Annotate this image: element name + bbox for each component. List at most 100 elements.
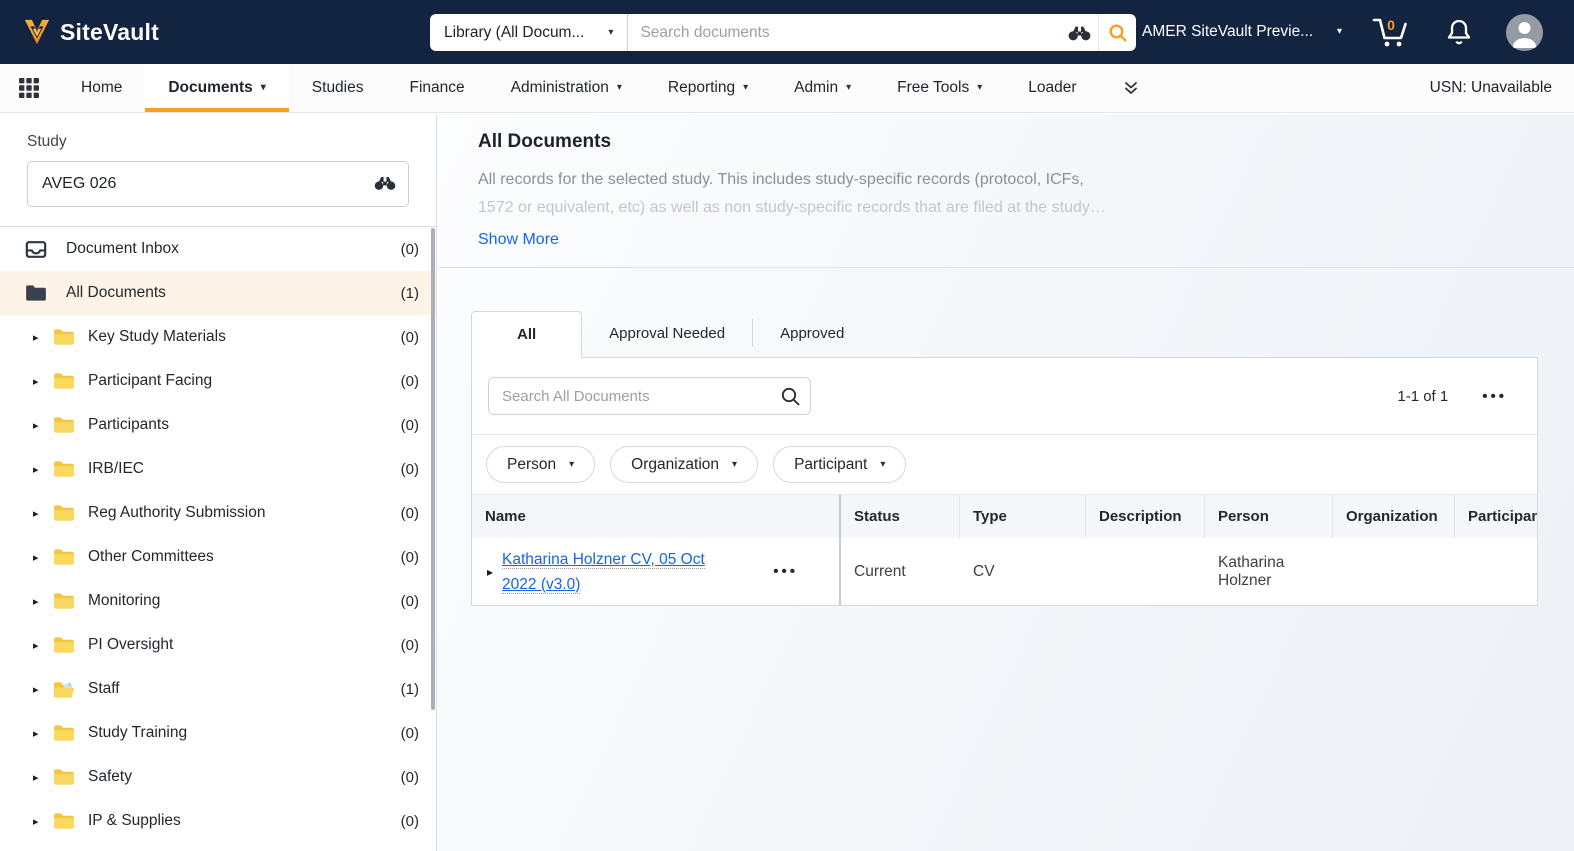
description-line-1: All records for the selected study. This… [478,166,1153,194]
tab-approval-needed[interactable]: Approval Needed [582,310,752,357]
sidebar-scrollbar[interactable] [431,228,435,710]
filter-row: Person ▾ Organization ▾ Participant ▾ [472,434,1537,494]
sitevault-logo[interactable]: SiteVault [22,18,159,46]
filter-participant[interactable]: Participant ▾ [773,446,906,483]
expand-caret-icon[interactable]: ▸ [33,683,53,696]
expand-caret-icon[interactable]: ▸ [33,815,53,828]
folder-icon [53,636,76,654]
filter-organization[interactable]: Organization ▾ [610,446,758,483]
nav-item-finance[interactable]: Finance [387,64,488,112]
tab-all[interactable]: All [471,311,582,358]
document-link[interactable]: Katharina Holzner CV, 05 Oct 2022 (v3.0) [502,547,740,597]
table-row: ▸ Katharina Holzner CV, 05 Oct 2022 (v3.… [472,538,1537,605]
veeva-logo-icon [22,18,52,46]
cell-name: ▸ Katharina Holzner CV, 05 Oct 2022 (v3.… [472,538,841,605]
global-search-bar: Library (All Docum... ▾ [430,14,1136,51]
caret-down-icon: ▾ [977,83,982,93]
nav-item-studies[interactable]: Studies [289,64,387,112]
tree-item-safety[interactable]: ▸ Safety (0) [0,755,436,799]
tree-item-staff[interactable]: ▸ Staff (1) [0,667,436,711]
tree-item-participants[interactable]: ▸ Participants (0) [0,403,436,447]
expand-caret-icon[interactable]: ▸ [33,727,53,740]
tree-item-monitoring[interactable]: ▸ Monitoring (0) [0,579,436,623]
column-header-person[interactable]: Person [1205,495,1333,538]
topbar: SiteVault Library (All Docum... ▾ AMER S… [0,0,1574,64]
nav-overflow-button[interactable] [1100,64,1162,112]
tree-item-other-committees[interactable]: ▸ Other Committees (0) [0,535,436,579]
vault-selector[interactable]: AMER SiteVault Previe... ▾ [1142,0,1342,64]
pagination-label: 1-1 of 1 [1397,388,1448,405]
row-actions-menu[interactable]: ••• [773,563,798,580]
document-search-input[interactable] [488,377,811,415]
caret-down-icon: ▾ [846,83,851,93]
cell-type: CV [960,538,1086,605]
caret-down-icon: ▾ [880,460,885,470]
tree-item-participant-facing[interactable]: ▸ Participant Facing (0) [0,359,436,403]
tree-item-ip-supplies[interactable]: ▸ IP & Supplies (0) [0,799,436,843]
folder-icon [53,460,76,478]
cell-description [1086,538,1205,605]
row-expand-caret-icon[interactable]: ▸ [487,565,493,579]
expand-caret-icon[interactable]: ▸ [33,419,53,432]
usn-status: USN: Unavailable [1430,64,1574,112]
brand-name: SiteVault [60,19,159,46]
nav-item-home[interactable]: Home [58,64,145,112]
nav-item-loader[interactable]: Loader [1005,64,1099,112]
tree-item-all-documents[interactable]: All Documents (1) [0,271,436,315]
expand-caret-icon[interactable]: ▸ [33,639,53,652]
expand-caret-icon[interactable]: ▸ [33,507,53,520]
nav-item-free-tools[interactable]: Free Tools▾ [874,64,1005,112]
expand-caret-icon[interactable]: ▸ [33,771,53,784]
tree-item-reg-authority-submission[interactable]: ▸ Reg Authority Submission (0) [0,491,436,535]
advanced-search-binoculars-icon[interactable] [1060,14,1098,51]
filter-person[interactable]: Person ▾ [486,446,595,483]
folder-icon [53,724,76,742]
nav-item-admin[interactable]: Admin▾ [771,64,874,112]
expand-caret-icon[interactable]: ▸ [33,595,53,608]
study-select-input[interactable] [27,161,409,207]
user-avatar[interactable] [1506,0,1543,64]
search-submit-button[interactable] [1098,14,1136,51]
cart-button[interactable]: 0 [1370,0,1410,64]
tree-item-pi-oversight[interactable]: ▸ PI Oversight (0) [0,623,436,667]
folder-icon [53,768,76,786]
column-header-type[interactable]: Type [960,495,1086,538]
study-lookup-binoculars-icon[interactable] [373,175,397,191]
search-scope-dropdown[interactable]: Library (All Docum... ▾ [430,14,628,51]
nav-item-documents[interactable]: Documents▾ [145,64,288,112]
expand-caret-icon[interactable]: ▸ [33,331,53,344]
tree-item-study-training[interactable]: ▸ Study Training (0) [0,711,436,755]
tree-item-document-inbox[interactable]: Document Inbox (0) [0,227,436,271]
main-content: All Documents All records for the select… [438,114,1574,851]
folder-open-icon [53,680,76,699]
tree-item-irb-iec[interactable]: ▸ IRB/IEC (0) [0,447,436,491]
expand-caret-icon[interactable]: ▸ [33,375,53,388]
expand-caret-icon[interactable]: ▸ [33,463,53,476]
caret-down-icon: ▾ [261,83,266,93]
nav-item-administration[interactable]: Administration▾ [488,64,645,112]
page-title: All Documents [478,131,1534,153]
folder-dark-icon [25,284,48,302]
expand-caret-icon[interactable]: ▸ [33,551,53,564]
table-header: Name Status Type Description Person Orga… [472,494,1537,538]
app-launcher-icon[interactable] [0,64,58,112]
tree-item-key-study-materials[interactable]: ▸ Key Study Materials (0) [0,315,436,359]
study-selector-section: Study [0,114,436,227]
cell-status: Current [841,538,960,605]
inbox-icon [25,240,48,259]
tab-approved[interactable]: Approved [753,310,871,357]
notifications-bell-icon[interactable] [1444,0,1474,64]
show-more-link[interactable]: Show More [478,231,559,249]
grid-actions-menu[interactable]: ••• [1482,388,1507,405]
description-line-2: 1572 or equivalent, etc) as well as non … [478,194,1153,222]
column-header-description[interactable]: Description [1086,495,1205,538]
column-header-name[interactable]: Name [472,495,841,538]
search-icon[interactable] [780,386,801,407]
column-header-organization[interactable]: Organization [1333,495,1455,538]
column-header-status[interactable]: Status [841,495,960,538]
nav-item-reporting[interactable]: Reporting▾ [645,64,771,112]
column-header-participant[interactable]: Participant [1455,495,1537,538]
caret-down-icon: ▾ [732,460,737,470]
vault-selector-label: AMER SiteVault Previe... [1142,23,1313,41]
global-search-input[interactable] [628,14,1060,51]
